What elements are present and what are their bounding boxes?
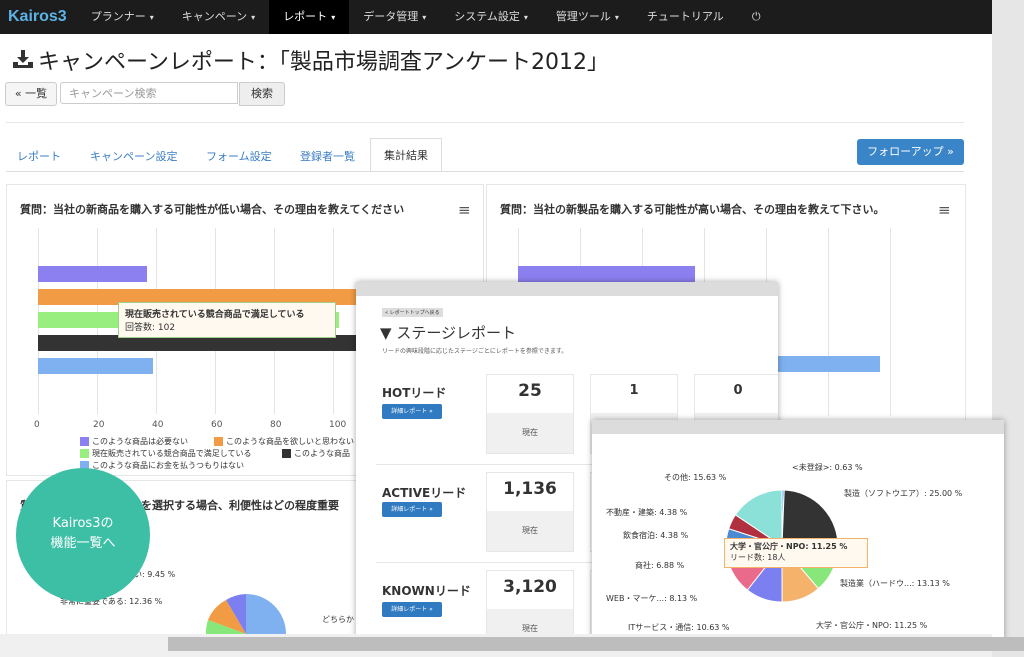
window-titlebar [356,282,778,296]
small-pie-chart [205,594,286,634]
pie-label: どちらか [322,615,354,624]
row-label-active: ACTIVEリード [382,486,467,500]
stage-cell: 1,136 現在 [486,472,574,552]
question-2-title: 質問：当社の新製品を購入する可能性が高い場合、その理由を教えて下さい。 [500,203,885,216]
industry-pie-window: <未登録>: 0.63 % 製造（ソフトウエア）: 25.00 % 製造業（ハー… [592,420,1004,640]
question-1-title: 質問：当社の新商品を購入する可能性が低い場合、その理由を教えてください [20,203,405,216]
followup-button[interactable]: フォローアップ » [857,139,964,165]
pie-label: その他: 15.63 % [664,473,727,482]
pie-label: 不動産・建築: 4.38 % [606,508,688,517]
stage-cell: 25 現在 [486,374,574,454]
legend-item[interactable]: 現在販売されている競合商品で満足している [80,448,252,459]
row-label-known: KNOWNリード [382,584,471,598]
page-title: キャンペーンレポート：「製品市場調査アンケート2012」 [12,44,609,76]
nav-tutorial[interactable]: チュートリアル [633,0,738,34]
x-tick-label: 20 [93,420,105,430]
x-tick-label: 60 [211,420,223,430]
stage-cell: 3,120 現在 [486,570,574,642]
bar-chart [0,0,1,1]
pie-label: ITサービス・通信: 10.63 % [628,623,730,632]
chart-menu-icon[interactable]: ≡ [458,201,471,219]
row-label-hot: HOTリード [382,386,447,400]
back-to-report-top-link[interactable]: « レポートトップへ戻る [382,308,443,317]
pie-label: <未登録>: 0.63 % [792,463,863,472]
nav-campaign[interactable]: キャンペーン ▾ [168,0,269,34]
gridline [828,228,829,416]
detail-report-button[interactable]: 詳細レポート » [382,502,442,517]
tab-report[interactable]: レポート [17,148,61,164]
top-navbar: Kairos3 プランナー ▾ キャンペーン ▾ レポート ▾ データ管理 ▾ システム… [0,0,992,34]
chart-tooltip: 現在販売されている競合商品で満足している 回答数: 102 [118,302,336,338]
campaign-search-input[interactable]: キャンペーン検索 [60,82,238,104]
filter-icon: ▼ [380,324,392,342]
search-button[interactable]: 検索 [239,82,285,106]
stage-report-title: ▼ ステージレポート [380,324,517,342]
x-tick-label: 100 [329,420,347,430]
nav-planner[interactable]: プランナー ▾ [77,0,168,34]
pie-label: 製造（ソフトウエア）: 25.00 % [844,489,963,498]
tab-registrants[interactable]: 登録者一覧 [300,148,355,164]
download-icon [12,49,34,75]
bar[interactable] [38,266,148,282]
nav-admin-tools[interactable]: 管理ツール ▾ [542,0,633,34]
x-tick-label: 40 [152,420,164,430]
legend-item[interactable]: このような商品にお金を払うつもりはない [80,460,244,471]
divider [6,122,964,123]
horizontal-scrollbar[interactable] [168,637,1024,651]
tab-form-settings[interactable]: フォーム設定 [206,148,272,164]
bar[interactable] [770,356,880,372]
brand-logo[interactable]: Kairos3 [0,8,77,26]
back-to-list-button[interactable]: « 一覧 [5,82,57,106]
features-link-circle[interactable]: Kairos3の 機能一覧へ [16,468,150,602]
pie-label: 商社: 6.88 % [635,561,685,570]
bar[interactable] [518,266,695,282]
nav-report[interactable]: レポート ▾ [269,0,350,34]
pie-label: 大学・官公庁・NPO: 11.25 % [816,621,928,630]
detail-report-button[interactable]: 詳細レポート » [382,404,442,419]
x-tick-label: 0 [34,420,40,430]
power-icon[interactable]: ⏻ [738,0,775,34]
gridline [890,228,891,416]
legend-item[interactable]: このような商品 [282,448,350,459]
nav-system-settings[interactable]: システム設定 ▾ [440,0,542,34]
tab-results[interactable]: 集計結果 [370,138,442,172]
legend-item[interactable]: このような商品は必要ない [80,436,188,447]
pie-label: 製造業（ハードウ...: 13.13 % [840,579,950,588]
x-tick-label: 80 [270,420,282,430]
pie-label: 飲食宿泊: 4.38 % [623,531,689,540]
pie-tooltip: 大学・官公庁・NPO: 11.25 % リード数: 18人 [724,538,868,568]
tab-divider [6,171,964,172]
legend-item[interactable]: このような商品を欲しいと思わない [214,436,354,447]
chart-menu-icon[interactable]: ≡ [938,201,951,219]
pie-label: WEB・マーケ...: 8.13 % [606,594,698,603]
tab-campaign-settings[interactable]: キャンペーン設定 [90,148,177,164]
bar[interactable] [38,358,154,374]
stage-report-subtitle: リードの興味段階に応じたステージごとにレポートを参照できます。 [382,348,568,355]
nav-data-management[interactable]: データ管理 ▾ [349,0,440,34]
detail-report-button[interactable]: 詳細レポート » [382,602,442,617]
